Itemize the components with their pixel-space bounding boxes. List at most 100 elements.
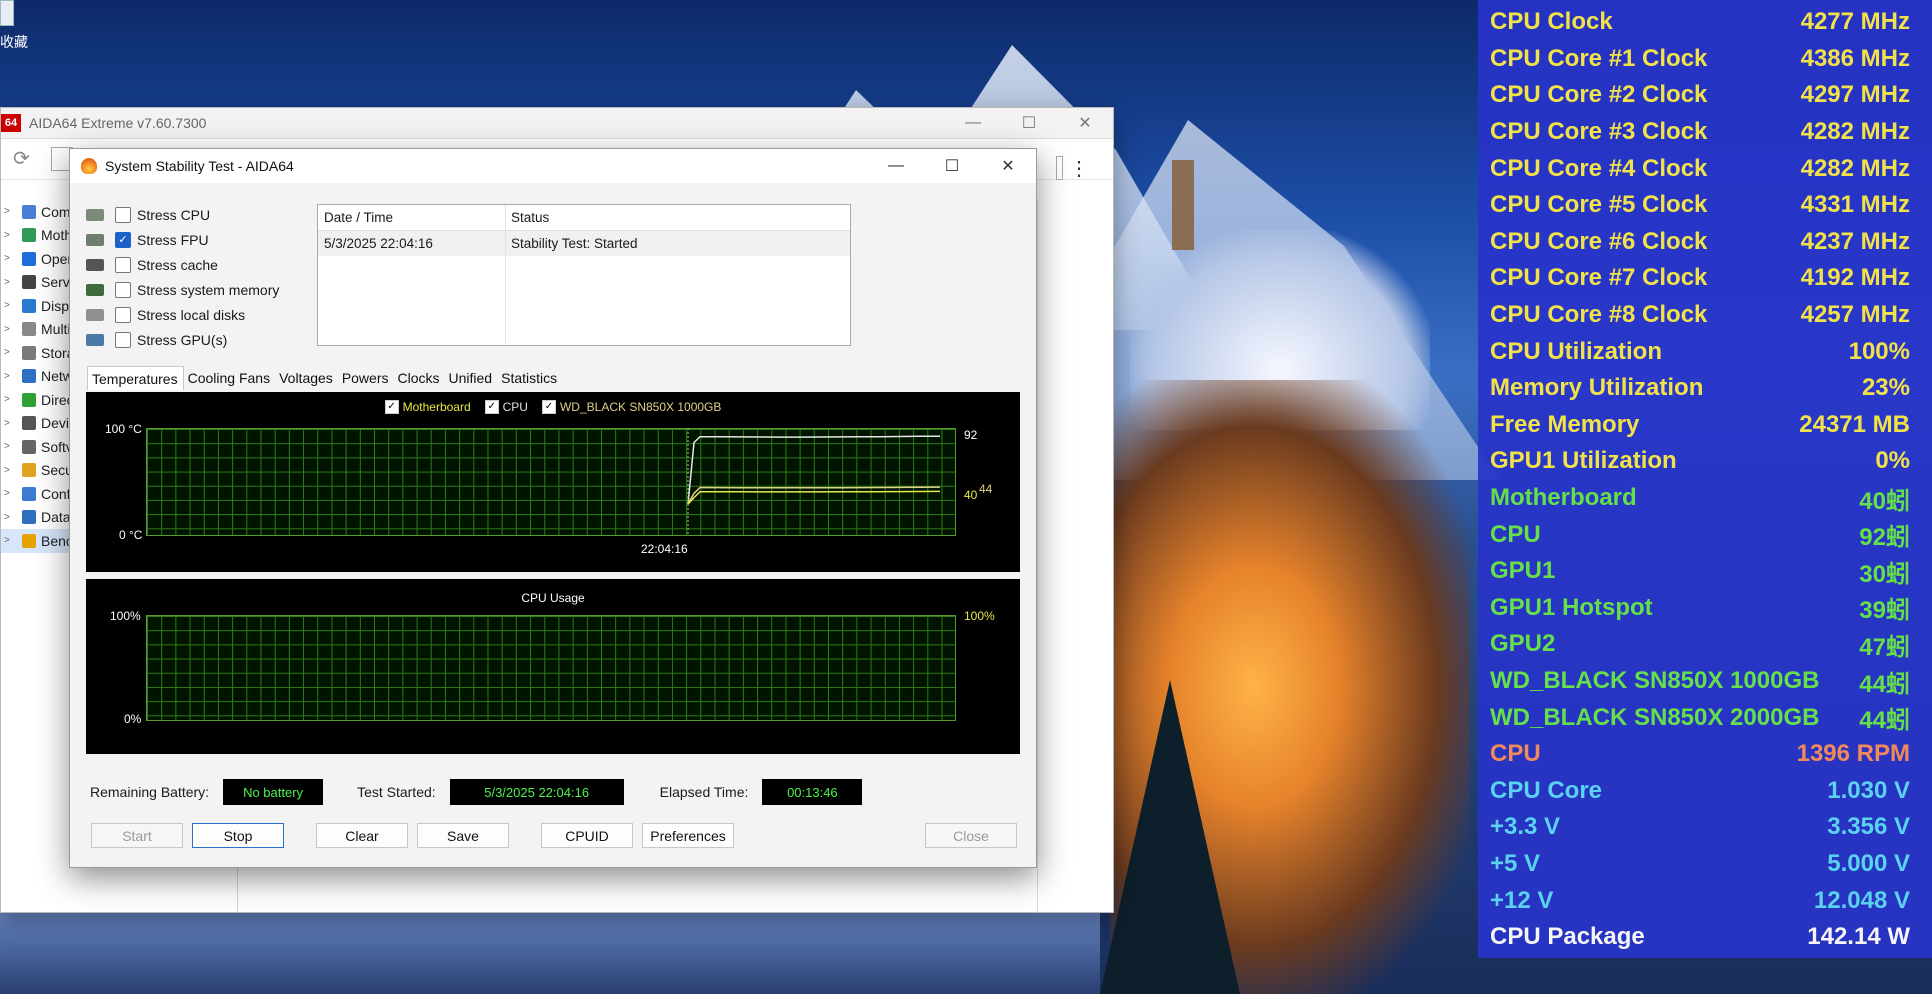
- tree-node-icon: [22, 275, 36, 290]
- dialog-close-button[interactable]: ✕: [980, 149, 1036, 183]
- desktop-file-icon[interactable]: [0, 0, 14, 26]
- test-started-value: 5/3/2025 22:04:16: [449, 779, 624, 805]
- osd-label: +12 V: [1490, 886, 1554, 914]
- osd-value: 4192 MHz: [1800, 264, 1910, 292]
- osd-value: 1396 RPM: [1796, 740, 1910, 768]
- chevron-right-icon[interactable]: >: [1, 394, 18, 405]
- graph-tab[interactable]: Temperatures: [87, 366, 184, 390]
- stress-checkbox[interactable]: [115, 256, 131, 273]
- maximize-button[interactable]: ☐: [1001, 108, 1057, 138]
- chevron-right-icon[interactable]: >: [1, 300, 18, 311]
- cpuid-button[interactable]: CPUID: [541, 823, 633, 848]
- osd-label: Free Memory: [1490, 410, 1640, 438]
- stress-checkbox[interactable]: [115, 281, 131, 298]
- log-col-datetime[interactable]: Date / Time: [318, 205, 506, 230]
- preferences-button[interactable]: Preferences: [642, 823, 734, 848]
- log-col-status[interactable]: Status: [506, 210, 549, 225]
- legend-entry[interactable]: ✓ WD_BLACK SN850X 1000GB: [541, 400, 721, 414]
- chevron-right-icon[interactable]: >: [1, 488, 18, 499]
- chevron-right-icon[interactable]: >: [1, 277, 18, 288]
- osd-label: CPU Core: [1490, 776, 1603, 804]
- graph-tab[interactable]: Voltages: [275, 366, 338, 390]
- osd-label: WD_BLACK SN850X 2000GB: [1490, 703, 1820, 731]
- dialog-minimize-button[interactable]: —: [868, 149, 924, 183]
- chevron-right-icon[interactable]: >: [1, 441, 18, 452]
- chevron-right-icon[interactable]: >: [1, 465, 18, 476]
- graph-tab[interactable]: Clocks: [394, 366, 445, 390]
- cpu-usage-title: CPU Usage: [521, 591, 585, 605]
- legend-checkbox[interactable]: ✓: [384, 400, 399, 414]
- log-row[interactable]: 5/3/2025 22:04:16 Stability Test: Starte…: [318, 231, 850, 256]
- stress-option[interactable]: Stress system memory: [86, 277, 296, 302]
- osd-label: CPU Core #6 Clock: [1490, 227, 1708, 255]
- stress-option[interactable]: Stress GPU(s): [86, 327, 296, 352]
- main-title-bar[interactable]: 64 AIDA64 Extreme v7.60.7300 — ☐ ✕: [1, 108, 1113, 139]
- battery-label: Remaining Battery:: [90, 784, 210, 800]
- stress-option[interactable]: Stress CPU: [86, 202, 296, 227]
- dialog-maximize-button[interactable]: ☐: [924, 149, 980, 183]
- tree-node-icon: [22, 392, 36, 407]
- stress-option[interactable]: Stress cache: [86, 252, 296, 277]
- osd-row: GPU2 47蚓: [1490, 626, 1910, 663]
- tree-node-icon: [22, 533, 36, 548]
- wallpaper-snow: [0, 900, 1100, 994]
- cpu-usage-grid: [146, 615, 956, 721]
- chevron-right-icon[interactable]: >: [1, 230, 18, 241]
- close-button[interactable]: ✕: [1057, 108, 1113, 138]
- legend-checkbox[interactable]: ✓: [484, 400, 499, 414]
- stress-option-icon: [86, 333, 104, 346]
- motherboard-temp-series: [687, 490, 941, 505]
- chevron-right-icon[interactable]: >: [1, 347, 18, 358]
- osd-row: CPU 92蚓: [1490, 516, 1910, 553]
- graph-tab[interactable]: Powers: [338, 366, 394, 390]
- tree-item-label: Devi: [41, 415, 70, 432]
- refresh-icon[interactable]: ⟳: [13, 149, 33, 169]
- address-bar-edge[interactable]: [1056, 156, 1063, 180]
- stress-option[interactable]: ✓ Stress FPU: [86, 227, 296, 252]
- legend-entry[interactable]: ✓ CPU: [484, 400, 528, 414]
- elapsed-value: 00:13:46: [762, 779, 863, 805]
- osd-row: CPU Core #8 Clock 4257 MHz: [1490, 297, 1910, 334]
- temperature-series-svg: [687, 428, 941, 534]
- usage-y-min-label: 0%: [124, 712, 142, 726]
- chevron-right-icon[interactable]: >: [1, 418, 18, 429]
- stress-option-icon: [86, 208, 104, 221]
- stress-checkbox[interactable]: [115, 306, 131, 323]
- temp-y-max-label: 100 °C: [105, 422, 142, 436]
- stress-checkbox[interactable]: ✓: [115, 231, 131, 248]
- tree-node-icon: [22, 463, 36, 478]
- stress-checkbox[interactable]: [115, 206, 131, 223]
- osd-label: CPU Core #8 Clock: [1490, 301, 1708, 329]
- graph-tab[interactable]: Statistics: [497, 366, 562, 390]
- more-options-icon[interactable]: ⋮: [1069, 156, 1089, 181]
- osd-label: GPU1 Hotspot: [1490, 593, 1653, 621]
- osd-row: CPU Utilization 100%: [1490, 333, 1910, 370]
- legend-checkbox[interactable]: ✓: [541, 400, 556, 414]
- start-button[interactable]: Start: [91, 823, 183, 848]
- battery-value: No battery: [223, 779, 324, 805]
- tree-node-icon: [22, 298, 36, 313]
- osd-value: 92蚓: [1859, 524, 1910, 552]
- osd-value: 0%: [1875, 447, 1910, 475]
- chevron-right-icon[interactable]: >: [1, 253, 18, 264]
- chevron-right-icon[interactable]: >: [1, 324, 18, 335]
- osd-value: 3.356 V: [1827, 813, 1910, 841]
- dialog-title-bar[interactable]: System Stability Test - AIDA64 — ☐ ✕: [70, 149, 1036, 183]
- minimize-button[interactable]: —: [945, 108, 1001, 138]
- close-dialog-button[interactable]: Close: [925, 823, 1017, 848]
- chevron-right-icon[interactable]: >: [1, 371, 18, 382]
- chevron-right-icon[interactable]: >: [1, 206, 18, 217]
- stress-option[interactable]: Stress local disks: [86, 302, 296, 327]
- clear-button[interactable]: Clear: [316, 823, 408, 848]
- desktop-icon-label[interactable]: 收藏: [0, 32, 28, 52]
- stop-button[interactable]: Stop: [192, 823, 284, 848]
- osd-row: CPU Core #1 Clock 4386 MHz: [1490, 41, 1910, 78]
- graph-tab[interactable]: Unified: [445, 366, 498, 390]
- stress-checkbox[interactable]: [115, 331, 131, 348]
- status-row: Remaining Battery: No battery Test Start…: [90, 779, 863, 805]
- chevron-right-icon[interactable]: >: [1, 512, 18, 523]
- graph-tab[interactable]: Cooling Fans: [184, 366, 276, 390]
- chevron-right-icon[interactable]: >: [1, 535, 18, 546]
- legend-entry[interactable]: ✓ Motherboard: [384, 400, 471, 414]
- save-button[interactable]: Save: [417, 823, 509, 848]
